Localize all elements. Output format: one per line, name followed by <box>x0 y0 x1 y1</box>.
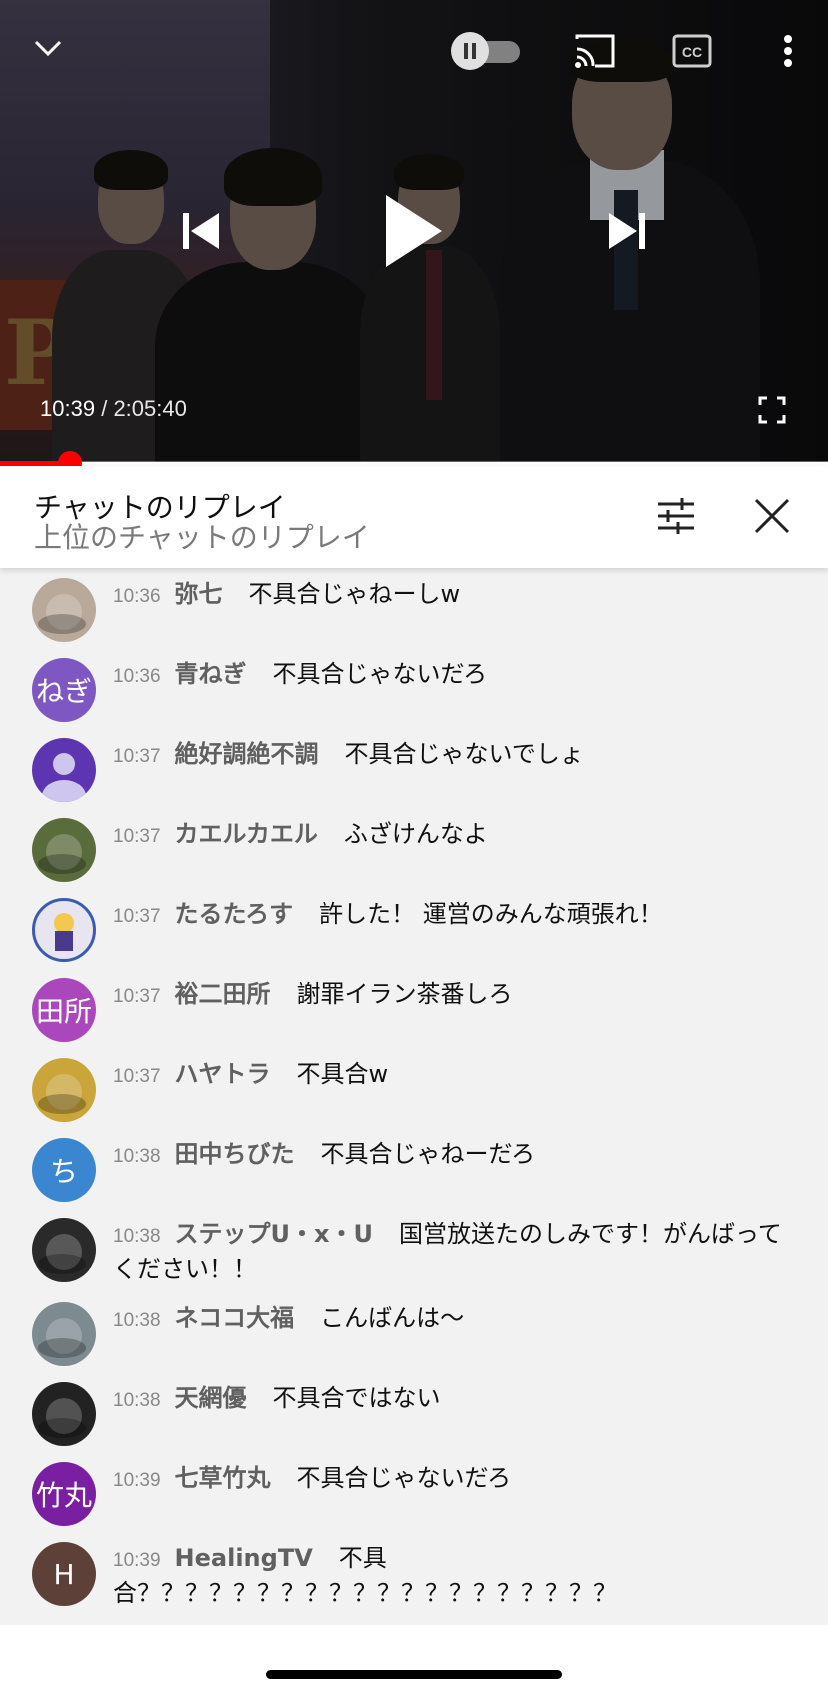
close-icon[interactable] <box>750 494 794 538</box>
avatar[interactable] <box>32 1058 96 1122</box>
message-author[interactable]: 弥七 <box>175 580 223 608</box>
chevron-down-icon[interactable] <box>24 24 72 72</box>
duration: 2:05:40 <box>113 396 187 421</box>
message-author[interactable]: ハヤトラ <box>175 1060 271 1088</box>
message-author[interactable]: たるたろす <box>175 900 294 928</box>
avatar[interactable]: ち <box>32 1138 96 1202</box>
message-text: 許した！ 運営のみんな頑張れ！ <box>319 900 663 928</box>
chat-message-body: 10:36 弥七 不具合じゃねーしw <box>113 578 788 613</box>
avatar[interactable] <box>32 578 96 642</box>
message-text: 不具合じゃねーだろ <box>320 1140 536 1168</box>
message-text: 不具合じゃねーしw <box>248 580 461 608</box>
message-timestamp: 10:38 <box>113 1310 161 1331</box>
chat-message-body: 10:37 たるたろす 許した！ 運営のみんな頑張れ！ <box>113 898 788 933</box>
message-timestamp: 10:38 <box>113 1390 161 1411</box>
avatar[interactable]: 竹丸 <box>32 1462 96 1526</box>
cast-icon[interactable] <box>570 30 620 72</box>
skip-next-icon[interactable] <box>602 200 652 262</box>
message-author[interactable]: 裕二田所 <box>175 980 271 1008</box>
play-icon[interactable] <box>372 186 452 276</box>
message-author[interactable]: ネココ大福 <box>175 1304 295 1332</box>
message-text: 謝罪イラン茶番しろ <box>296 980 513 1008</box>
filter-icon[interactable] <box>654 494 698 538</box>
message-timestamp: 10:37 <box>113 1066 161 1087</box>
chat-message-body: 10:38 ステップU・x・U 国営放送たのしみです！がんばってください！！ <box>113 1218 788 1285</box>
message-author[interactable]: ステップU・x・U <box>175 1220 373 1248</box>
message-text: 不具合じゃないだろ <box>296 1464 512 1492</box>
message-author[interactable]: カエルカエル <box>175 820 318 848</box>
fullscreen-icon[interactable] <box>756 394 788 426</box>
message-timestamp: 10:36 <box>113 586 161 607</box>
avatar[interactable] <box>32 1218 96 1282</box>
chat-message-body: 10:36 青ねぎ 不具合じゃないだろ <box>113 658 788 693</box>
chat-message-body: 10:39 HealingTV 不具合？？？？？？？？？？？？？？？？？？？？ <box>113 1542 788 1609</box>
chat-message-body: 10:38 ネココ大福 こんばんは〜 <box>113 1302 788 1337</box>
avatar[interactable] <box>32 898 96 962</box>
message-timestamp: 10:36 <box>113 666 161 687</box>
chat-message-body: 10:38 天網優 不具合ではない <box>113 1382 788 1417</box>
message-author[interactable]: 七草竹丸 <box>175 1464 271 1492</box>
message-timestamp: 10:38 <box>113 1226 161 1247</box>
avatar[interactable]: 田所 <box>32 978 96 1042</box>
skip-previous-icon[interactable] <box>176 200 226 262</box>
avatar[interactable] <box>32 738 96 802</box>
chat-message-body: 10:37 裕二田所 謝罪イラン茶番しろ <box>113 978 788 1013</box>
message-timestamp: 10:37 <box>113 986 161 1007</box>
message-timestamp: 10:37 <box>113 746 161 767</box>
chat-message-body: 10:37 カエルカエル ふざけんなよ <box>113 818 788 853</box>
system-nav-area <box>0 1625 828 1696</box>
more-vert-icon[interactable] <box>770 30 806 72</box>
chat-message-body: 10:37 ハヤトラ 不具合w <box>113 1058 788 1093</box>
autoplay-toggle[interactable] <box>450 32 526 70</box>
message-timestamp: 10:37 <box>113 826 161 847</box>
video-player[interactable]: P! CC <box>0 0 828 462</box>
avatar[interactable] <box>32 1302 96 1366</box>
time-display: 10:39 / 2:05:40 <box>40 396 187 422</box>
message-timestamp: 10:39 <box>113 1550 161 1571</box>
chat-subtitle[interactable]: 上位のチャットのリプレイ <box>34 516 370 556</box>
chat-message-body: 10:39 七草竹丸 不具合じゃないだろ <box>113 1462 788 1497</box>
time-separator: / <box>101 396 108 421</box>
avatar[interactable]: H <box>32 1542 96 1606</box>
message-author[interactable]: 絶好調絶不調 <box>175 740 319 768</box>
message-text: こんばんは〜 <box>320 1304 465 1332</box>
svg-text:CC: CC <box>682 44 702 60</box>
message-timestamp: 10:39 <box>113 1470 161 1491</box>
message-timestamp: 10:37 <box>113 906 161 927</box>
home-indicator[interactable] <box>266 1670 562 1679</box>
message-text: 不具合ではない <box>272 1384 441 1412</box>
message-text: 不具合じゃないだろ <box>272 660 488 688</box>
avatar[interactable] <box>32 818 96 882</box>
current-time: 10:39 <box>40 396 96 421</box>
message-text: 不具合w <box>296 1060 389 1088</box>
chat-message-body: 10:38 田中ちびた 不具合じゃねーだろ <box>113 1138 788 1173</box>
message-author[interactable]: HealingTV <box>175 1544 313 1572</box>
chat-message-list[interactable]: 10:36 弥七 不具合じゃねーしw ねぎ 10:36 青ねぎ 不具合じゃないだろ 10:37… <box>0 568 828 1625</box>
message-timestamp: 10:38 <box>113 1146 161 1167</box>
message-author[interactable]: 青ねぎ <box>175 660 247 688</box>
message-text: 不具合じゃないでしょ <box>344 740 584 768</box>
message-author[interactable]: 田中ちびた <box>175 1140 295 1168</box>
closed-captions-icon[interactable]: CC <box>670 30 714 72</box>
chat-header: チャットのリプレイ 上位のチャットのリプレイ <box>0 466 828 568</box>
avatar[interactable] <box>32 1382 96 1446</box>
chat-message-body: 10:37 絶好調絶不調 不具合じゃないでしょ <box>113 738 788 773</box>
message-text: ふざけんなよ <box>343 820 488 848</box>
avatar[interactable]: ねぎ <box>32 658 96 722</box>
message-author[interactable]: 天網優 <box>175 1384 247 1412</box>
